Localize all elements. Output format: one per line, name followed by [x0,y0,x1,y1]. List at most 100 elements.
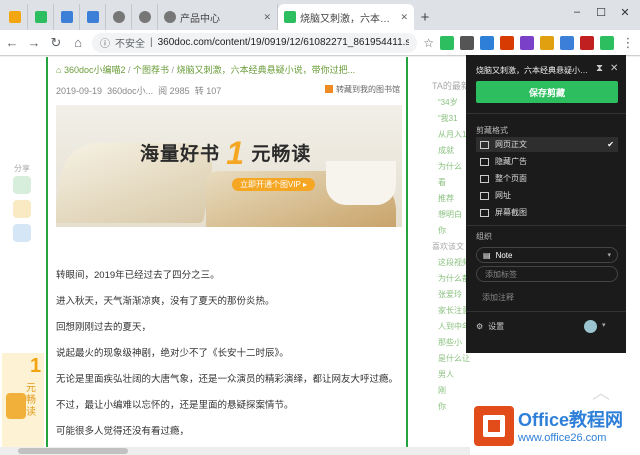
sidebar-link[interactable]: “我31 [438,113,458,124]
organize-label: 组织 [476,231,492,242]
sidebar-subheading: 喜欢该文 [432,241,464,252]
gear-icon: ⚙ [476,322,483,331]
clip-option-full-page[interactable]: 整个页面 [476,171,618,186]
clip-option-label: 整个页面 [495,173,527,184]
qzone-share-icon[interactable] [13,200,31,218]
avatar[interactable] [584,320,597,333]
separator: | [150,37,153,48]
banner-title: 海量好书 1 元畅读 [140,135,311,172]
back-icon[interactable]: ← [4,35,20,51]
tab-5[interactable] [132,4,158,30]
settings-label: 设置 [488,321,504,332]
shares-count: 107 [206,86,221,96]
clip-option-screenshot[interactable]: 屏幕截图 [476,205,618,220]
sidebar-link[interactable]: 是什么让 [438,353,470,364]
clip-option-bookmark[interactable]: 网址 [476,188,618,203]
close-icon[interactable]: ✕ [610,63,618,74]
horizontal-scrollbar[interactable] [0,447,470,455]
wechat-icon [35,11,47,23]
close-icon[interactable]: ✕ [263,12,271,23]
tab-1[interactable] [28,4,54,30]
sidebar-link[interactable]: 推荐 [438,193,454,204]
scroll-top-icon[interactable]: ︿ [592,379,610,405]
article-paragraph: 可能很多人觉得还没有看过瘾， [56,423,189,437]
tab-0[interactable] [2,4,28,30]
save-clip-button[interactable]: 保存剪藏 [476,81,618,103]
chevron-down-icon[interactable]: ▾ [602,321,606,329]
sidebar-link[interactable]: 男人 [438,369,454,380]
collapse-icon[interactable]: ⧗ [596,63,603,74]
extension-icon[interactable] [460,36,474,50]
save-to-library-link[interactable]: 转藏到我的图书馆 [325,84,400,95]
extension-icon[interactable] [440,36,454,50]
clip-option-simplified[interactable]: 隐藏广告 [476,154,618,169]
clip-option-article[interactable]: 网页正文 ✔ [476,137,618,152]
breadcrumb-item[interactable]: 360doc小编喵2 [64,65,126,75]
watermark-logo: Office教程网 www.office26.com [474,406,640,455]
ad-number: 1 [30,355,41,378]
notebook-select[interactable]: ▤ Note ▾ [476,247,618,263]
sidebar-link[interactable]: 刚 [438,385,446,396]
browser-toolbar: ← → ↻ ⌂ ⓘ 不安全 | 360doc.com/content/19/09… [0,30,640,56]
scrollbar-thumb[interactable] [18,448,128,454]
extension-icon[interactable] [560,36,574,50]
bookmark-star-icon[interactable]: ☆ [423,36,434,50]
sidebar-link[interactable]: 想明白 [438,209,462,220]
watermark-url: www.office26.com [518,432,606,444]
cup-illustration [326,161,396,205]
comment-input[interactable]: 添加注释 [482,292,514,303]
sidebar-link[interactable]: 看 [438,177,446,188]
sidebar-link[interactable]: 那些小 [438,337,462,348]
sidebar-link[interactable]: 为什么 [438,161,462,172]
tab-2[interactable] [54,4,80,30]
clip-title[interactable]: 烧脑又刺激，六本经典悬疑小说， [476,65,592,76]
sidebar-link[interactable]: 张爱玲 [438,289,462,300]
close-window-icon[interactable]: ✕ [614,4,636,20]
close-icon[interactable]: ✕ [400,12,408,23]
sidebar-link[interactable]: 你 [438,225,446,236]
left-share-column: 分享 1 元畅读 [0,57,46,455]
article-paragraph: 说起最火的现象级神剧，绝对少不了《长安十二时辰》。 [56,345,289,359]
extension-icon[interactable] [520,36,534,50]
extension-icon[interactable] [500,36,514,50]
wechat-share-icon[interactable] [13,176,31,194]
forward-icon[interactable]: → [26,35,42,51]
breadcrumb-item[interactable]: 个图荐书 [133,65,169,75]
sidebar-link[interactable]: 从月入1 [438,129,466,140]
reload-icon[interactable]: ↻ [48,35,64,51]
menu-icon[interactable]: ⋮ [620,35,636,51]
extension-icon[interactable] [540,36,554,50]
qq-share-icon[interactable] [13,224,31,242]
info-icon[interactable]: ⓘ [100,35,110,50]
sidebar-link[interactable]: 你 [438,401,446,412]
doc-icon [87,11,99,23]
vip-banner[interactable]: 海量好书 1 元畅读 立即开通个图VIP ▸ [56,105,402,227]
clip-option-label: 网址 [495,190,511,201]
maximize-icon[interactable]: ☐ [590,4,612,20]
left-ad[interactable]: 1 元畅读 [2,353,44,449]
watermark-name: Office教程网 [518,406,623,432]
sidebar-link[interactable]: 成就 [438,145,454,156]
extension-icon[interactable] [600,36,614,50]
tag-input[interactable]: 添加标签 [476,266,618,282]
sidebar-heading: TA的最新 [432,79,470,92]
extension-icon[interactable] [480,36,494,50]
article-author[interactable]: 360doc小... [107,86,153,96]
tab-strip: 产品中心 ✕ 烧脑又刺激，六本经典悬疑小说 ✕ + [0,0,640,30]
settings-button[interactable]: ⚙ 设置 [476,321,504,332]
sidebar-link[interactable]: “34岁 [438,97,458,108]
tab-active[interactable]: 烧脑又刺激，六本经典悬疑小说 ✕ [278,4,414,30]
clip-format-label: 剪藏格式 [476,125,508,136]
open-vip-button[interactable]: 立即开通个图VIP ▸ [232,178,315,191]
address-bar[interactable]: ⓘ 不安全 | 360doc.com/content/19/0919/12/61… [92,33,417,53]
tab-3[interactable] [80,4,106,30]
tab-4[interactable] [106,4,132,30]
check-icon: ✔ [607,140,614,149]
minimize-icon[interactable]: – [566,4,588,20]
tab-6[interactable]: 产品中心 ✕ [158,4,278,30]
breadcrumb: ⌂ 360doc小编喵2 / 个图荐书 / 烧脑又刺激，六本经典悬疑小说，带你过… [56,63,400,76]
extension-icon[interactable] [580,36,594,50]
new-tab-button[interactable]: + [414,4,436,30]
home-icon[interactable]: ⌂ [70,35,86,51]
full-page-icon [480,175,489,183]
